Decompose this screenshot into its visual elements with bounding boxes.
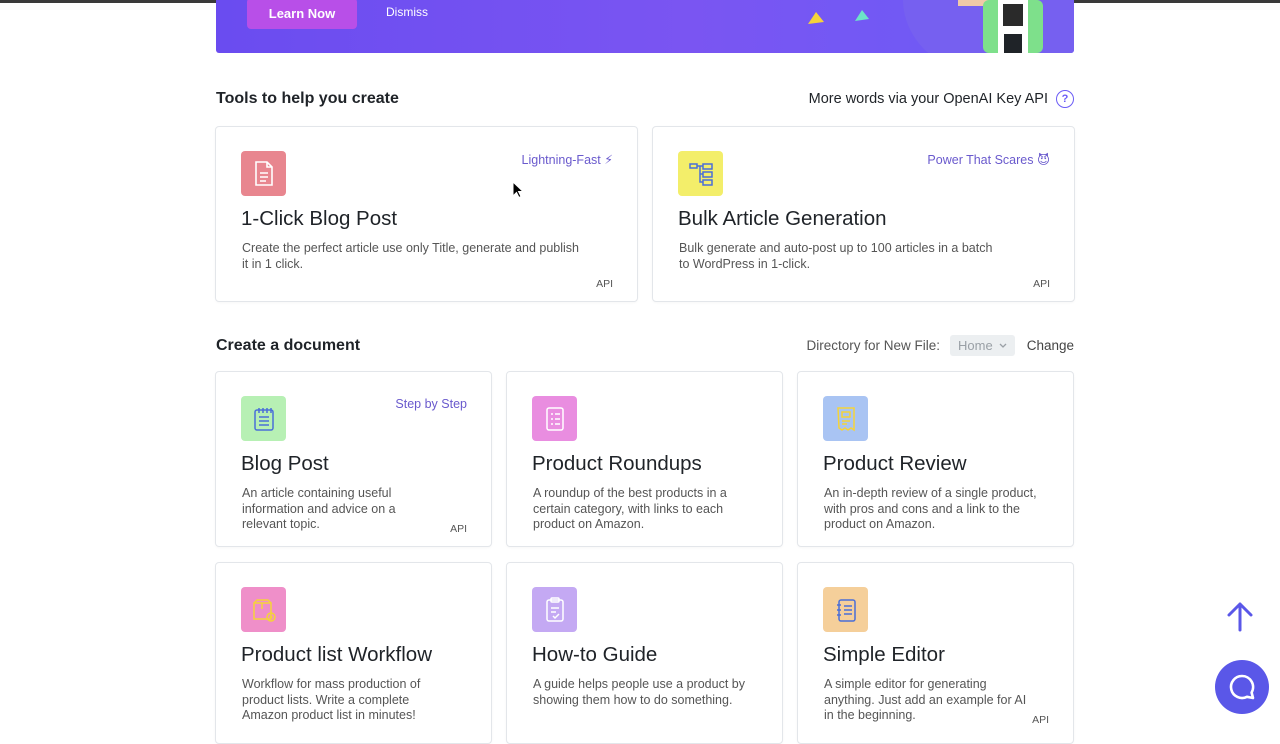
mouse-cursor-icon [512, 181, 524, 199]
receipt-icon [823, 396, 868, 441]
change-directory-link[interactable]: Change [1027, 338, 1074, 353]
dismiss-link[interactable]: Dismiss [386, 5, 428, 19]
card-description: A simple editor for generating anything.… [824, 677, 1027, 722]
card-description: An in-depth review of a single product, … [824, 486, 1037, 531]
chat-bubble-icon [1229, 674, 1255, 700]
package-icon [241, 587, 286, 632]
card-description: Workflow for mass production of product … [242, 677, 421, 722]
editor-icon [823, 587, 868, 632]
document-card-product-list-workflow[interactable]: Product list Workflow Workflow for mass … [215, 562, 492, 744]
document-card-simple-editor[interactable]: Simple Editor A simple editor for genera… [797, 562, 1074, 744]
chat-button[interactable] [1215, 660, 1269, 714]
document-icon [241, 151, 286, 196]
notebook-icon [241, 396, 286, 441]
badge: Lightning-Fast ⚡ [521, 153, 613, 167]
directory-selector: Directory for New File: Home Change [806, 335, 1074, 356]
card-description: An article containing useful information… [242, 486, 396, 531]
card-title: Product list Workflow [241, 643, 433, 666]
directory-value: Home [958, 338, 993, 353]
triangle-icon [808, 12, 824, 24]
api-label: API [450, 523, 467, 535]
badge: Power That Scares 😈 [927, 153, 1050, 167]
card-description: A guide helps people use a product by sh… [533, 677, 745, 707]
card-title: Blog Post [241, 452, 329, 475]
tool-card-bulk-article-generation[interactable]: Power That Scares 😈 Bulk Article Generat… [652, 126, 1075, 302]
checklist-icon [532, 396, 577, 441]
card-description: Create the perfect article use only Titl… [242, 241, 580, 271]
openai-key-label: More words via your OpenAI Key API [808, 91, 1048, 107]
tool-card-1-click-blog-post[interactable]: Lightning-Fast ⚡ 1-Click Blog Post Creat… [215, 126, 638, 302]
card-description: Bulk generate and auto-post up to 100 ar… [679, 241, 993, 271]
api-label: API [596, 278, 613, 290]
card-title: Simple Editor [823, 643, 945, 666]
chevron-down-icon [999, 343, 1007, 348]
help-icon[interactable]: ? [1056, 90, 1074, 108]
openai-key-link[interactable]: More words via your OpenAI Key API ? [809, 90, 1074, 108]
directory-label: Directory for New File: [806, 338, 941, 353]
guide-icon [532, 587, 577, 632]
tools-section-title: Tools to help you create [216, 90, 399, 107]
card-title: Product Review [823, 452, 967, 475]
promo-banner: Learn Now Dismiss [216, 0, 1074, 53]
documents-section-title: Create a document [216, 337, 361, 354]
triangle-icon [855, 10, 869, 21]
document-card-how-to-guide[interactable]: How-to Guide A guide helps people use a … [506, 562, 783, 744]
card-description: A roundup of the best products in a cert… [533, 486, 727, 531]
api-label: API [1032, 714, 1049, 726]
document-card-product-review[interactable]: Product Review An in-depth review of a s… [797, 371, 1074, 547]
card-title: Product Roundups [532, 452, 702, 475]
document-card-product-roundups[interactable]: Product Roundups A roundup of the best p… [506, 371, 783, 547]
scroll-to-top-icon[interactable] [1225, 600, 1255, 632]
card-title: 1-Click Blog Post [241, 207, 398, 230]
api-label: API [1033, 278, 1050, 290]
badge: Step by Step [395, 397, 467, 411]
directory-dropdown[interactable]: Home [950, 335, 1015, 356]
card-title: How-to Guide [532, 643, 658, 666]
person-illustration [958, 0, 1043, 53]
flowchart-icon [678, 151, 723, 196]
learn-now-button[interactable]: Learn Now [247, 0, 357, 29]
card-title: Bulk Article Generation [678, 207, 887, 230]
document-card-blog-post[interactable]: Step by Step Blog Post An article contai… [215, 371, 492, 547]
